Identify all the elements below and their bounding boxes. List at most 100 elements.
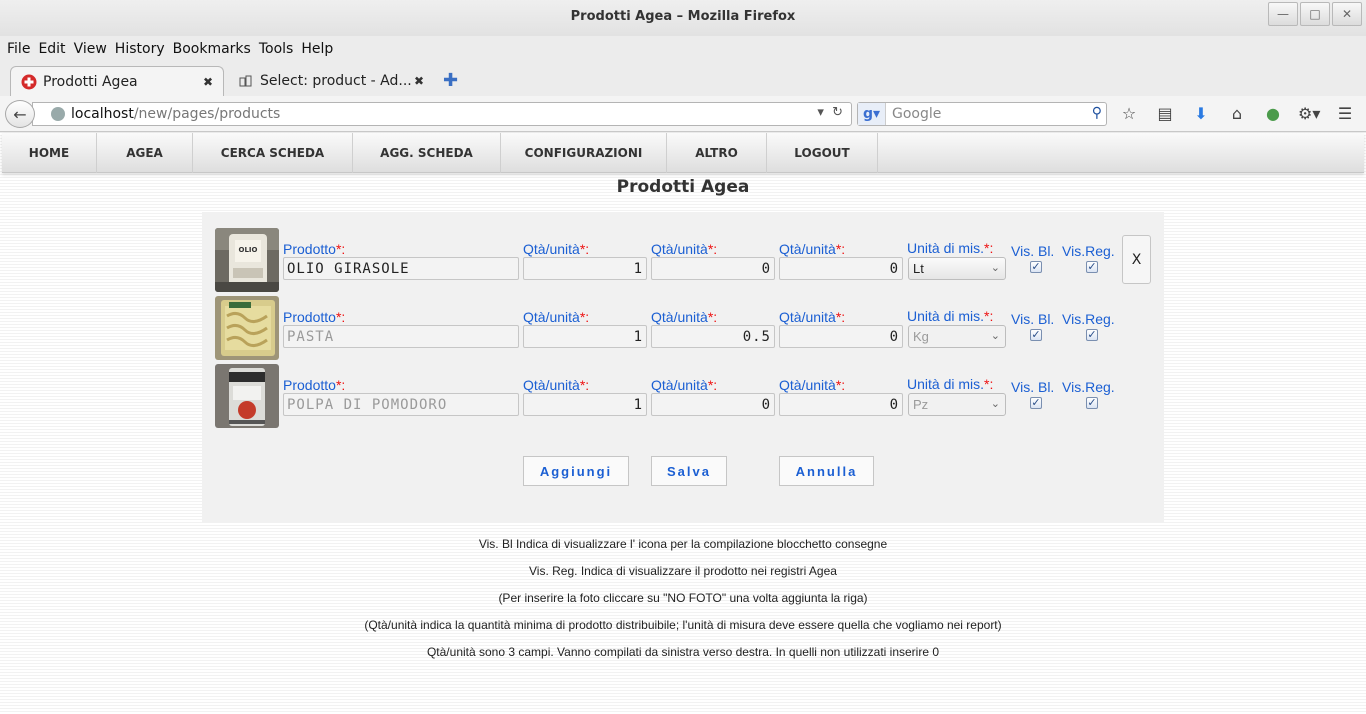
help-note: Qtà/unità sono 3 campi. Vanno compilati … xyxy=(426,645,940,659)
add-button[interactable]: Aggiungi xyxy=(523,456,629,486)
help-note: Vis. Bl Indica di visualizzare l' icona … xyxy=(478,537,888,551)
nav-altro[interactable]: ALTRO xyxy=(667,133,767,173)
required-marker: *: xyxy=(579,377,590,393)
site-navigation: HOME AGEA CERCA SCHEDA AGG. SCHEDA CONFI… xyxy=(2,133,1364,173)
tab-label: Select: product - Ad... xyxy=(260,73,412,89)
qty2-input[interactable]: 0 xyxy=(651,257,775,280)
chevron-down-icon: ⌄ xyxy=(990,398,1000,410)
qty2-input[interactable]: 0 xyxy=(651,393,775,416)
unit-label: Unità di mis.*: xyxy=(907,308,993,324)
vis-bl-label: Vis. Bl. xyxy=(1011,379,1055,395)
cancel-button[interactable]: Annulla xyxy=(779,456,874,486)
url-dropdown-reload-icons[interactable]: ▾ ↻ xyxy=(817,105,843,120)
product-label-text: Prodotto xyxy=(283,309,336,325)
qty3-input[interactable]: 0 xyxy=(779,325,903,348)
search-icon[interactable]: ⚲ xyxy=(1092,105,1102,121)
required-marker: *: xyxy=(707,241,718,257)
downloads-icon[interactable]: ⬇ xyxy=(1190,104,1212,123)
bookmark-star-icon[interactable]: ☆ xyxy=(1118,104,1140,123)
nav-agea[interactable]: AGEA xyxy=(97,133,193,173)
translate-icon[interactable]: ● xyxy=(1262,104,1284,123)
reading-list-icon[interactable]: ▤ xyxy=(1154,104,1176,123)
nav-home[interactable]: HOME xyxy=(2,133,97,173)
menu-help[interactable]: Help xyxy=(294,38,333,62)
nav-agg-scheda[interactable]: AGG. SCHEDA xyxy=(353,133,501,173)
product-name-input[interactable]: PASTA xyxy=(283,325,519,348)
save-button[interactable]: Salva xyxy=(651,456,727,486)
qty1-input[interactable]: 1 xyxy=(523,257,647,280)
help-note: (Per inserire la foto cliccare su "NO FO… xyxy=(498,591,868,605)
url-host: localhost xyxy=(71,106,134,122)
tab-select-product[interactable]: Select: product - Ad... ✖ xyxy=(228,66,434,96)
window-controls: — □ ✕ xyxy=(1266,2,1362,26)
vis-bl-checkbox[interactable]: ✓ xyxy=(1030,261,1042,273)
chevron-down-icon: ⌄ xyxy=(990,262,1000,274)
menu-edit[interactable]: Edit xyxy=(31,38,65,62)
search-bar[interactable]: g▾ Google ⚲ xyxy=(857,102,1107,126)
qty-label-text: Qtà/unità xyxy=(651,241,708,257)
qty1-input[interactable]: 1 xyxy=(523,325,647,348)
home-icon[interactable]: ⌂ xyxy=(1226,104,1248,123)
menu-tools[interactable]: Tools xyxy=(252,38,294,62)
unit-select[interactable]: Pz ⌄ xyxy=(908,393,1006,416)
menu-history[interactable]: History xyxy=(108,38,165,62)
tab-close-icon[interactable]: ✖ xyxy=(203,75,213,89)
qty2-input[interactable]: 0.5 xyxy=(651,325,775,348)
required-marker: *: xyxy=(984,240,994,256)
required-marker: *: xyxy=(707,377,718,393)
vis-reg-label: Vis.Reg. xyxy=(1062,311,1115,327)
qty3-label: Qtà/unità*: xyxy=(779,377,845,393)
back-button[interactable]: ← xyxy=(5,100,35,128)
product-row: Prodotto*: POLPA DI POMODORO Qtà/unità*:… xyxy=(215,364,1155,428)
qty1-label: Qtà/unità*: xyxy=(523,377,589,393)
vis-bl-label: Vis. Bl. xyxy=(1011,243,1055,259)
unit-select[interactable]: Kg ⌄ xyxy=(908,325,1006,348)
nav-cerca-scheda[interactable]: CERCA SCHEDA xyxy=(193,133,353,173)
product-name-input[interactable]: POLPA DI POMODORO xyxy=(283,393,519,416)
product-name-input[interactable]: OLIO GIRASOLE xyxy=(283,257,519,280)
delete-row-button[interactable]: X xyxy=(1122,235,1151,284)
minimize-button[interactable]: — xyxy=(1268,2,1298,26)
product-label-text: Prodotto xyxy=(283,377,336,393)
product-label: Prodotto*: xyxy=(283,377,345,393)
vis-bl-checkbox[interactable]: ✓ xyxy=(1030,329,1042,341)
extension-icon[interactable]: ⚙▾ xyxy=(1298,104,1320,123)
menu-view[interactable]: View xyxy=(67,38,107,62)
search-engine-icon[interactable]: g▾ xyxy=(858,103,886,125)
url-bar[interactable]: localhost/new/pages/products ▾ ↻ xyxy=(32,102,852,126)
qty-label-text: Qtà/unità xyxy=(523,309,580,325)
required-marker: *: xyxy=(835,377,846,393)
product-photo-tomato[interactable] xyxy=(215,364,279,428)
new-tab-icon[interactable]: ✚ xyxy=(443,70,458,91)
nav-logout[interactable]: LOGOUT xyxy=(767,133,878,173)
qty3-input[interactable]: 0 xyxy=(779,257,903,280)
maximize-button[interactable]: □ xyxy=(1300,2,1330,26)
unit-select[interactable]: Lt ⌄ xyxy=(908,257,1006,280)
product-photo-oil[interactable]: OLIO xyxy=(215,228,279,292)
search-input[interactable]: Google xyxy=(892,106,941,122)
qty-label-text: Qtà/unità xyxy=(523,377,580,393)
product-photo-pasta[interactable] xyxy=(215,296,279,360)
menu-bookmarks[interactable]: Bookmarks xyxy=(166,38,251,62)
close-window-button[interactable]: ✕ xyxy=(1332,2,1362,26)
vis-reg-label: Vis.Reg. xyxy=(1062,379,1115,395)
qty1-input[interactable]: 1 xyxy=(523,393,647,416)
vis-reg-checkbox[interactable]: ✓ xyxy=(1086,329,1098,341)
back-arrow-icon: ← xyxy=(13,104,27,124)
product-label-text: Prodotto xyxy=(283,241,336,257)
tab-close-icon[interactable]: ✖ xyxy=(414,74,424,88)
svg-text:OLIO: OLIO xyxy=(239,246,258,254)
product-row: Prodotto*: PASTA Qtà/unità*: 1 Qtà/unità… xyxy=(215,296,1155,360)
globe-icon xyxy=(51,107,65,121)
nav-configurazioni[interactable]: CONFIGURAZIONI xyxy=(501,133,667,173)
hamburger-menu-icon[interactable]: ☰ xyxy=(1334,104,1356,123)
vis-bl-checkbox[interactable]: ✓ xyxy=(1030,397,1042,409)
admin-favicon-icon xyxy=(238,73,254,89)
tab-prodotti-agea[interactable]: Prodotti Agea ✖ xyxy=(10,66,224,96)
qty3-input[interactable]: 0 xyxy=(779,393,903,416)
help-note: Vis. Reg. Indica di visualizzare il prod… xyxy=(529,564,837,578)
menu-file[interactable]: File xyxy=(0,38,30,62)
window-titlebar: Prodotti Agea – Mozilla Firefox — □ ✕ xyxy=(0,0,1366,36)
vis-reg-checkbox[interactable]: ✓ xyxy=(1086,397,1098,409)
vis-reg-checkbox[interactable]: ✓ xyxy=(1086,261,1098,273)
